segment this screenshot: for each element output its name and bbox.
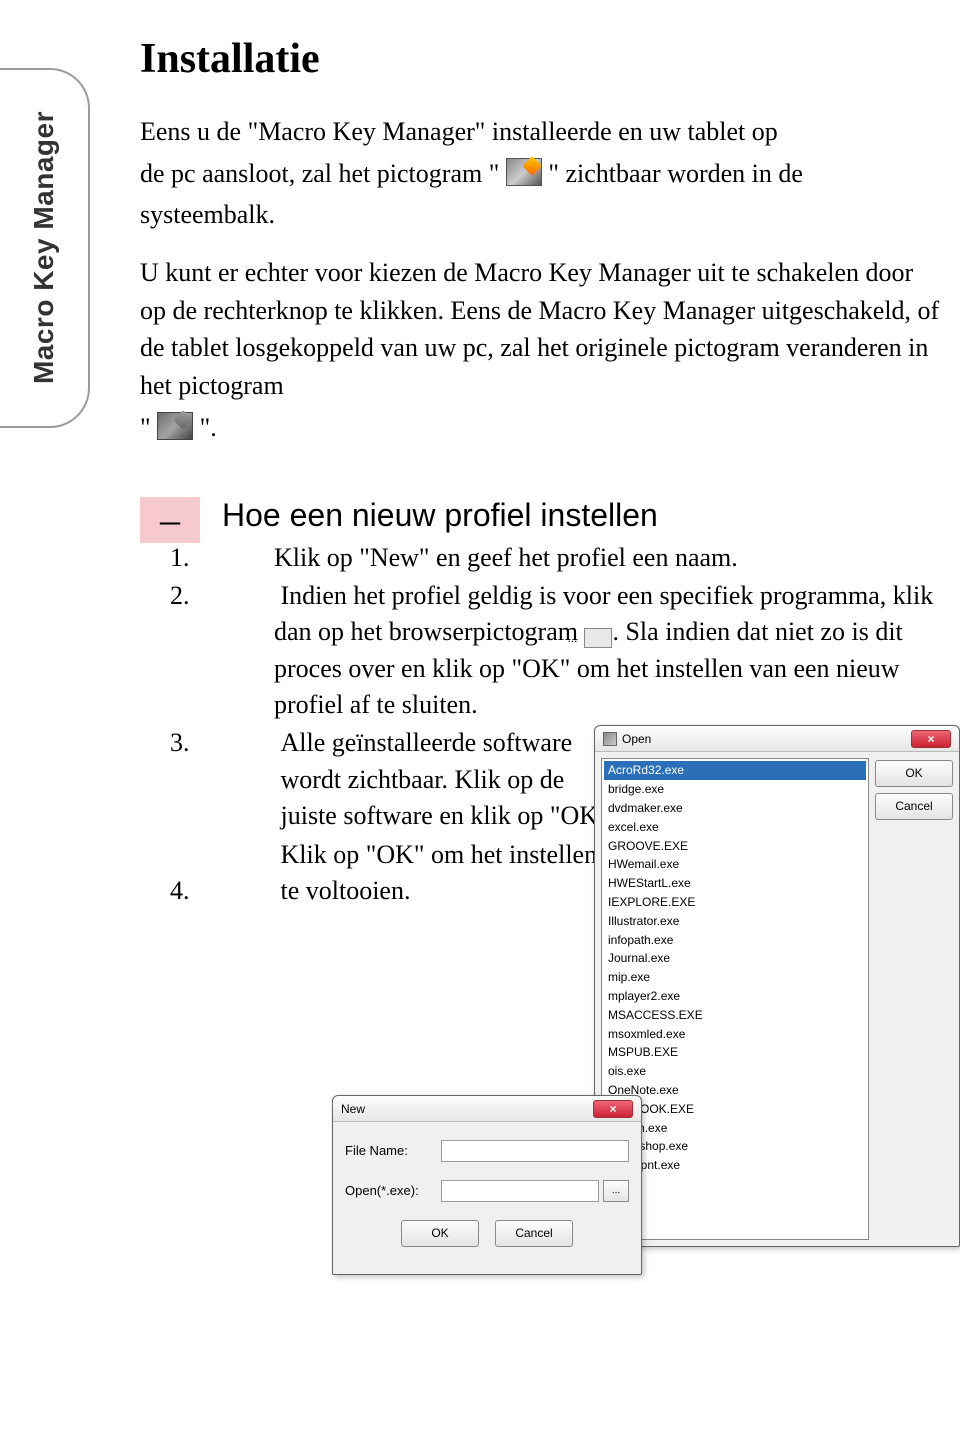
file-name-input[interactable] [441, 1140, 629, 1162]
sidebar-tab: Macro Key Manager [0, 68, 90, 428]
list-item[interactable]: Journal.exe [604, 949, 866, 968]
list-item[interactable]: MSACCESS.EXE [604, 1006, 866, 1025]
intro-para-2-icon-line: " ". [140, 409, 940, 447]
new-dialog-ok-button[interactable]: OK [401, 1220, 479, 1247]
list-item[interactable]: OUTLOOK.EXE [604, 1100, 866, 1119]
quote-open: " [140, 413, 151, 442]
new-dialog-title: New [341, 1101, 365, 1118]
list-item[interactable]: bridge.exe [604, 780, 866, 799]
intro-line-1: Eens u de "Macro Key Manager" installeer… [140, 113, 940, 151]
list-item[interactable]: dvdmaker.exe [604, 799, 866, 818]
list-item[interactable]: OneNote.exe [604, 1081, 866, 1100]
open-dialog-close-button[interactable]: × [911, 730, 951, 748]
list-item[interactable]: excel.exe [604, 818, 866, 837]
page-title: Installatie [140, 35, 940, 83]
new-dialog-close-button[interactable]: × [593, 1100, 633, 1118]
step-4-text: Klik op "OK" om het instellen te voltooi… [281, 837, 621, 910]
list-item[interactable]: GROOVE.EXE [604, 837, 866, 856]
steps-list: Klik op "New" en geef het profiel een na… [222, 540, 940, 910]
app-icon [603, 732, 617, 746]
tablet-tray-icon [506, 158, 542, 186]
intro-line-3: systeembalk. [140, 196, 940, 234]
list-item[interactable]: pbrush.exe [604, 1119, 866, 1138]
list-item[interactable]: mplayer2.exe [604, 987, 866, 1006]
sidebar-label: Macro Key Manager [28, 111, 60, 384]
file-name-label: File Name: [345, 1142, 441, 1160]
open-dialog-ok-button[interactable]: OK [875, 760, 953, 787]
open-dialog: Open × AcroRd32.exebridge.exedvdmaker.ex… [594, 725, 960, 1247]
list-item[interactable]: powerpnt.exe [604, 1156, 866, 1175]
step-2: Indien het profiel geldig is voor een sp… [222, 578, 940, 724]
new-dialog: New × File Name: Open(*.exe): [332, 1095, 642, 1275]
profile-section: – Hoe een nieuw profiel instellen Klik o… [140, 497, 940, 912]
list-item[interactable]: Illustrator.exe [604, 912, 866, 931]
browse-icon: ... [584, 628, 612, 648]
section-bullet: – [140, 497, 200, 543]
open-exe-label: Open(*.exe): [345, 1182, 441, 1200]
open-exe-input[interactable] [441, 1180, 599, 1202]
step-1: Klik op "New" en geef het profiel een na… [222, 540, 940, 576]
intro-para-2: U kunt er echter voor kiezen de Macro Ke… [140, 254, 940, 405]
list-item[interactable]: mip.exe [604, 968, 866, 987]
open-dialog-title: Open [622, 731, 651, 748]
open-dialog-cancel-button[interactable]: Cancel [875, 793, 953, 820]
open-dialog-titlebar: Open × [595, 726, 959, 752]
list-item[interactable]: HWEStartL.exe [604, 874, 866, 893]
list-item[interactable]: MSPUB.EXE [604, 1043, 866, 1062]
intro-line-2a: de pc aansloot, zal het pictogram " [140, 159, 499, 188]
section-body: Hoe een nieuw profiel instellen Klik op … [222, 497, 940, 912]
list-item[interactable]: HWemail.exe [604, 855, 866, 874]
list-item[interactable]: IEXPLORE.EXE [604, 893, 866, 912]
list-item[interactable]: Photoshop.exe [604, 1137, 866, 1156]
list-item[interactable]: infopath.exe [604, 931, 866, 950]
step-3-text: Alle geïnstalleerde software wordt zicht… [281, 725, 621, 834]
list-item[interactable]: AcroRd32.exe [604, 761, 866, 780]
new-dialog-titlebar: New × [333, 1096, 641, 1122]
list-item[interactable]: msoxmled.exe [604, 1025, 866, 1044]
intro-line-2b: " zichtbaar worden in de [548, 159, 803, 188]
intro-line-2: de pc aansloot, zal het pictogram " " zi… [140, 155, 940, 193]
tablet-tray-disabled-icon [157, 412, 193, 440]
quote-close: ". [200, 413, 217, 442]
main-content: Installatie Eens u de "Macro Key Manager… [140, 35, 940, 911]
step-3: Alle geïnstalleerde software wordt zicht… [222, 725, 940, 834]
section-heading: Hoe een nieuw profiel instellen [222, 497, 940, 534]
browse-button[interactable]: ... [603, 1180, 629, 1202]
new-dialog-cancel-button[interactable]: Cancel [495, 1220, 573, 1247]
list-item[interactable]: ois.exe [604, 1062, 866, 1081]
